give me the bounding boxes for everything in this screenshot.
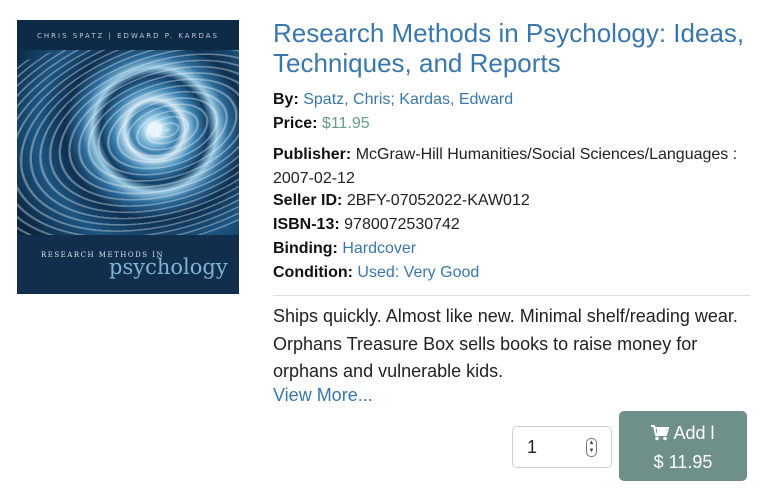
cart-icon (651, 425, 670, 441)
author-link[interactable]: Spatz, Chris; Kardas, Edward (303, 91, 513, 108)
cover-authors: CHRIS SPATZ | EDWARD P. KARDAS (17, 20, 239, 50)
isbn-label: ISBN-13: (273, 216, 340, 233)
quantity-stepper[interactable]: 1 ▲ ▼ (512, 426, 612, 468)
price-field: Price: $11.95 (273, 112, 370, 136)
add-button-label: Add l (673, 423, 715, 443)
view-more-link[interactable]: View More... (273, 385, 373, 406)
author-label: By: (273, 91, 299, 108)
author-field: By: Spatz, Chris; Kardas, Edward (273, 88, 513, 112)
cover-subject: psychology (109, 255, 228, 279)
isbn-value: 9780072530742 (344, 216, 460, 233)
quantity-value[interactable]: 1 (527, 437, 537, 458)
add-button-price: $ 11.95 (653, 452, 713, 472)
condition-field: Condition: Used: Very Good (273, 261, 479, 285)
stepper-arrows-icon[interactable]: ▲ ▼ (586, 438, 597, 457)
seller-field: Seller ID: 2BFY-07052022-KAW012 (273, 189, 530, 213)
publisher-label: Publisher: (273, 146, 352, 163)
divider (273, 295, 750, 296)
price-label: Price: (273, 115, 318, 132)
binding-label: Binding: (273, 240, 338, 257)
seller-value: 2BFY-07052022-KAW012 (346, 192, 530, 209)
description-text: Ships quickly. Almost like new. Minimal … (273, 306, 738, 381)
cover-title-band: RESEARCH METHODS IN psychology (17, 235, 239, 294)
book-cover-image[interactable]: CHRIS SPATZ | EDWARD P. KARDAS RESEARCH … (17, 20, 239, 294)
publisher-field: Publisher: McGraw-Hill Humanities/Social… (273, 143, 751, 191)
seller-label: Seller ID: (273, 192, 343, 209)
condition-label: Condition: (273, 264, 353, 281)
book-title[interactable]: Research Methods in Psychology: Ideas, T… (273, 18, 753, 78)
condition-link[interactable]: Used: Very Good (357, 264, 479, 281)
binding-link[interactable]: Hardcover (342, 240, 416, 257)
price-value: $11.95 (321, 115, 370, 132)
isbn-field: ISBN-13: 9780072530742 (273, 213, 460, 237)
add-to-cart-button[interactable]: Add l $ 11.95 (619, 411, 747, 481)
binding-field: Binding: Hardcover (273, 237, 416, 261)
